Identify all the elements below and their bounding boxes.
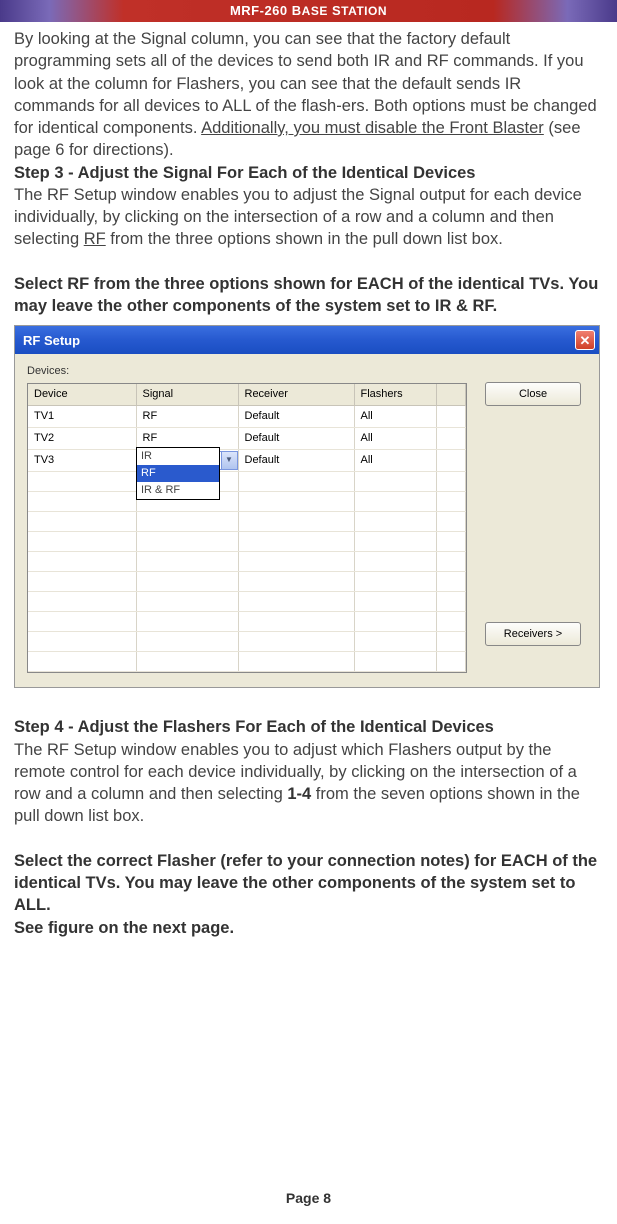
table-row[interactable] xyxy=(28,631,466,651)
window-title: RF Setup xyxy=(23,332,80,350)
signal-dropdown-list[interactable]: IR RF IR & RF xyxy=(136,447,220,500)
step4-heading: Step 4 - Adjust the Flashers For Each of… xyxy=(14,718,494,736)
table-row[interactable] xyxy=(28,591,466,611)
cell-device[interactable]: TV3 xyxy=(28,449,136,471)
cell-pad xyxy=(436,449,466,471)
devices-label: Devices: xyxy=(27,364,467,379)
table-row[interactable]: TV2 RF Default All xyxy=(28,427,466,449)
dropdown-option-rf[interactable]: RF xyxy=(137,465,219,482)
table-row[interactable] xyxy=(28,471,466,491)
devices-grid[interactable]: Device Signal Receiver Flashers TV1 RF D… xyxy=(27,383,467,673)
intro-underline: Additionally, you must disable the Front… xyxy=(201,119,544,137)
cell-pad xyxy=(436,406,466,428)
page-number: Page 8 xyxy=(0,1190,617,1206)
table-row[interactable] xyxy=(28,611,466,631)
dropdown-option-irrf[interactable]: IR & RF xyxy=(137,482,219,499)
header-title-3: S xyxy=(328,3,341,18)
step3-bold-instruction: Select RF from the three options shown f… xyxy=(14,273,603,318)
step3-block: Step 3 - Adjust the Signal For Each of t… xyxy=(14,162,603,251)
cell-flashers[interactable]: All xyxy=(354,427,436,449)
header-title-4: TATION xyxy=(341,4,387,18)
cell-receiver[interactable]: Default xyxy=(238,406,354,428)
close-icon: ✕ xyxy=(580,332,591,350)
header-receiver[interactable]: Receiver xyxy=(238,384,354,405)
table-row[interactable]: TV3 IR & RF ▼ Default All xyxy=(28,449,466,471)
see-figure-note: See figure on the next page. xyxy=(14,917,603,939)
dropdown-option-ir[interactable]: IR xyxy=(137,448,219,465)
intro-paragraph: By looking at the Signal column, you can… xyxy=(14,28,603,162)
header-device[interactable]: Device xyxy=(28,384,136,405)
cell-flashers[interactable]: All xyxy=(354,449,436,471)
cell-receiver[interactable]: Default xyxy=(238,449,354,471)
step3-body-underline: RF xyxy=(84,230,106,248)
cell-device[interactable]: TV2 xyxy=(28,427,136,449)
table-row[interactable] xyxy=(28,651,466,671)
receivers-button[interactable]: Receivers > xyxy=(485,622,581,646)
header-title-1: MRF-260 B xyxy=(230,3,302,18)
step3-heading: Step 3 - Adjust the Signal For Each of t… xyxy=(14,164,475,182)
window-body: Devices: Device Signal Receiver Flashers… xyxy=(15,354,599,687)
chevron-down-icon[interactable]: ▼ xyxy=(221,452,237,469)
header-pad xyxy=(436,384,466,405)
table-header-row: Device Signal Receiver Flashers xyxy=(28,384,466,405)
table-row[interactable] xyxy=(28,511,466,531)
step4-block: Step 4 - Adjust the Flashers For Each of… xyxy=(14,716,603,827)
page-header: MRF-260 BASE STATION xyxy=(0,0,617,22)
close-button[interactable]: Close xyxy=(485,382,581,406)
cell-device[interactable]: TV1 xyxy=(28,406,136,428)
cell-receiver[interactable]: Default xyxy=(238,427,354,449)
rf-setup-window: RF Setup ✕ Devices: Device Signal Receiv… xyxy=(14,325,600,688)
cell-signal[interactable]: RF xyxy=(136,406,238,428)
table-row[interactable] xyxy=(28,531,466,551)
header-flashers[interactable]: Flashers xyxy=(354,384,436,405)
cell-signal[interactable]: RF xyxy=(136,427,238,449)
table-row[interactable] xyxy=(28,571,466,591)
step3-body-b: from the three options shown in the pull… xyxy=(106,230,503,248)
step4-body-bold: 1-4 xyxy=(287,785,311,803)
table-row[interactable] xyxy=(28,491,466,511)
window-titlebar[interactable]: RF Setup ✕ xyxy=(15,326,599,354)
cell-pad xyxy=(436,427,466,449)
window-close-button[interactable]: ✕ xyxy=(575,330,595,350)
header-signal[interactable]: Signal xyxy=(136,384,238,405)
step4-bold-instruction: Select the correct Flasher (refer to you… xyxy=(14,850,603,917)
table-row[interactable] xyxy=(28,551,466,571)
cell-flashers[interactable]: All xyxy=(354,406,436,428)
header-title-2: ASE xyxy=(302,4,328,18)
table-row[interactable]: TV1 RF Default All xyxy=(28,406,466,428)
